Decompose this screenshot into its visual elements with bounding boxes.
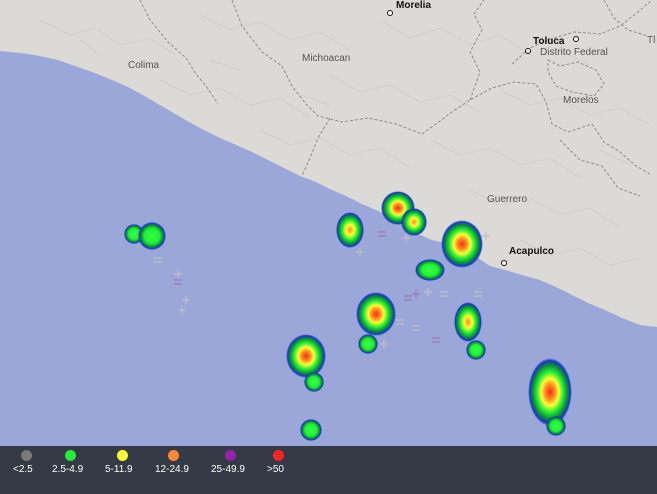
city-label-toluca: Toluca: [533, 36, 565, 47]
legend-swatch: [225, 450, 236, 461]
legend-swatch: [65, 450, 76, 461]
lightning-markers-purple: [174, 231, 440, 343]
legend-swatch: [168, 450, 179, 461]
storm-cell: [356, 292, 396, 336]
map-view[interactable]: Morelia Toluca Acapulco Colima Michoacan…: [0, 0, 657, 494]
legend-label: 12-24.9: [155, 464, 189, 475]
storm-cell: [138, 222, 166, 250]
legend-swatch: [117, 450, 128, 461]
map-canvas[interactable]: [0, 0, 657, 494]
city-marker-icon: [573, 36, 579, 42]
legend-swatch: [21, 450, 32, 461]
city-marker-icon: [501, 260, 507, 266]
storm-cell: [454, 302, 482, 342]
legend-label: <2.5: [13, 464, 33, 475]
storm-cell: [300, 419, 322, 441]
state-label-guerrero: Guerrero: [487, 194, 528, 205]
city-marker-icon: [387, 10, 393, 16]
lightning-legend: <2.5 2.5-4.9 5-11.9 12-24.9 25-49.9 >50: [0, 446, 657, 494]
legend-label: >50: [267, 464, 284, 475]
storm-cell: [528, 358, 572, 426]
storm-cell: [336, 212, 364, 248]
city-marker-icon: [525, 48, 531, 54]
storm-cell: [441, 220, 483, 268]
legend-label: 25-49.9: [211, 464, 245, 475]
legend-label: 5-11.9: [105, 464, 133, 475]
storm-cell: [415, 259, 445, 281]
state-label-tl: Tl: [647, 35, 656, 46]
storm-cell: [358, 334, 378, 354]
storm-cell: [466, 340, 486, 360]
storm-cell: [546, 416, 566, 436]
storm-cell: [286, 334, 326, 378]
legend-label: 2.5-4.9: [52, 464, 84, 475]
city-label-acapulco: Acapulco: [509, 246, 555, 257]
state-label-distrito-federal: Distrito Federal: [540, 47, 608, 58]
legend-swatch: [273, 450, 284, 461]
state-label-morelos: Morelos: [563, 95, 599, 106]
state-label-colima: Colima: [128, 60, 160, 71]
storm-cell: [304, 372, 324, 392]
storm-cell: [401, 208, 427, 236]
city-label-morelia: Morelia: [396, 0, 432, 11]
state-label-michoacan: Michoacan: [302, 53, 351, 64]
